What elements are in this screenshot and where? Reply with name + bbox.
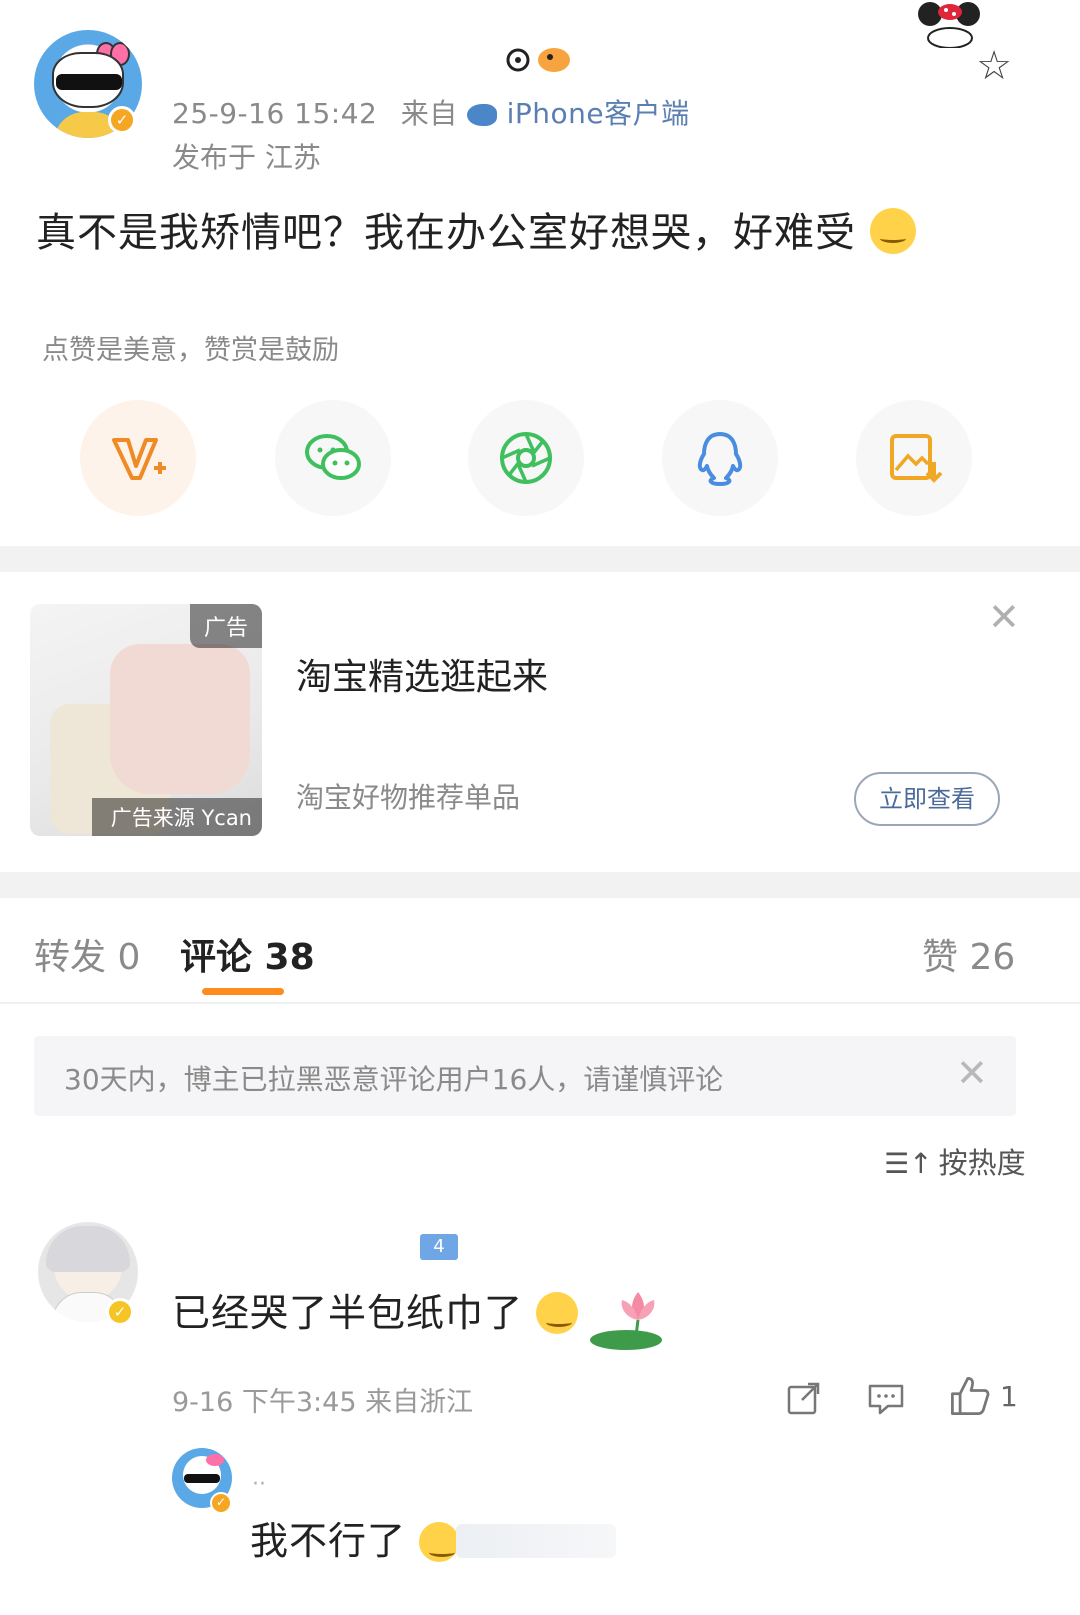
ad-image[interactable]: 广告 广告来源 Ycan xyxy=(30,604,262,836)
ad-subtitle: 淘宝好物推荐单品 xyxy=(296,781,521,814)
lotus-icon xyxy=(590,1292,662,1350)
tab-like[interactable]: 赞 26 xyxy=(922,928,1015,980)
sunglasses-decoration xyxy=(56,74,122,90)
notice-close-icon[interactable]: ✕ xyxy=(956,1054,988,1092)
whale-icon xyxy=(467,104,498,126)
close-icon[interactable]: ✕ xyxy=(988,598,1020,636)
comment-like-count: 1 xyxy=(1000,1380,1018,1413)
vplus-icon xyxy=(112,438,166,480)
sunglasses-decoration xyxy=(184,1474,220,1483)
section-divider xyxy=(0,546,1080,572)
post-time: 25-9-16 15:42 xyxy=(172,97,378,130)
sort-label: 按热度 xyxy=(938,1146,1026,1180)
comment-share-button[interactable] xyxy=(784,1378,824,1422)
share-icon xyxy=(787,1382,820,1415)
qq-icon xyxy=(697,432,743,486)
ad-source: 广告来源 Ycan xyxy=(92,798,262,836)
post-meta: 25-9-16 15:42 来自 iPhone客户端 xyxy=(172,92,690,132)
verified-badge-icon: ✓ xyxy=(106,1298,134,1326)
reply-text: 我不行了 xyxy=(250,1519,407,1563)
comment-text: 已经哭了半包纸巾了 xyxy=(172,1291,524,1335)
sticker-decoration xyxy=(506,40,576,88)
blurred-content xyxy=(456,1524,616,1558)
thumbs-up-icon xyxy=(951,1377,990,1415)
fan-level-badge: 4 xyxy=(420,1234,458,1260)
section-divider xyxy=(0,872,1080,898)
bra-image xyxy=(110,644,250,794)
sort-button[interactable]: ☰↑ 按热度 xyxy=(884,1140,1026,1182)
verified-badge-icon: ✓ xyxy=(108,106,136,134)
view-now-button[interactable]: 立即查看 xyxy=(854,772,1000,826)
post-body: 真不是我矫情吧？我在办公室好想哭，好难受 xyxy=(36,200,916,258)
comment-meta: 9-16 下午3:45 来自浙江 xyxy=(172,1387,474,1418)
tab-comment[interactable]: 评论 38 xyxy=(180,928,315,980)
post-location: 发布于 江苏 xyxy=(172,141,321,174)
mouse-ears-decoration xyxy=(910,0,990,49)
comment-icon xyxy=(868,1384,904,1415)
bow-decoration xyxy=(206,1454,224,1466)
active-tab-indicator xyxy=(202,988,284,995)
source-prefix: 来自 xyxy=(400,97,458,130)
save-image-icon xyxy=(890,434,943,483)
crying-face-icon xyxy=(869,208,916,254)
post-text: 真不是我矫情吧？我在办公室好想哭，好难受 xyxy=(36,210,856,256)
post-source[interactable]: iPhone客户端 xyxy=(507,97,690,130)
reply-author-name[interactable]: ·· xyxy=(252,1472,266,1497)
comment-like-button[interactable] xyxy=(948,1374,992,1422)
reply-body: 我不行了 xyxy=(250,1510,460,1565)
moments-share-button[interactable] xyxy=(468,400,584,516)
tab-repost[interactable]: 转发 0 xyxy=(34,928,140,980)
avatar-hair xyxy=(46,1226,130,1272)
favorite-star-icon[interactable]: ☆ xyxy=(972,44,1016,88)
comment-reply-button[interactable] xyxy=(866,1378,906,1422)
ad-title[interactable]: 淘宝精选逛起来 xyxy=(296,648,548,700)
qq-share-button[interactable] xyxy=(662,400,778,516)
crying-face-icon xyxy=(419,1522,460,1562)
verified-badge-icon: ✓ xyxy=(210,1492,232,1514)
save-image-button[interactable] xyxy=(856,400,972,516)
comment-body: 已经哭了半包纸巾了 xyxy=(172,1282,579,1337)
notice-text: 30天内，博主已拉黑恶意评论用户16人，请谨慎评论 xyxy=(64,1063,724,1096)
panda-fish-sticker-icon xyxy=(506,48,570,72)
ad-tag: 广告 xyxy=(189,604,262,648)
vplus-share-button[interactable] xyxy=(80,400,196,516)
moments-icon xyxy=(500,432,552,484)
tab-separator xyxy=(0,1002,1080,1004)
crying-face-icon xyxy=(536,1292,579,1334)
sort-icon: ☰↑ xyxy=(884,1147,933,1180)
wechat-share-button[interactable] xyxy=(275,400,391,516)
reward-hint: 点赞是美意，赞赏是鼓励 xyxy=(42,335,339,366)
wechat-icon xyxy=(305,434,361,480)
